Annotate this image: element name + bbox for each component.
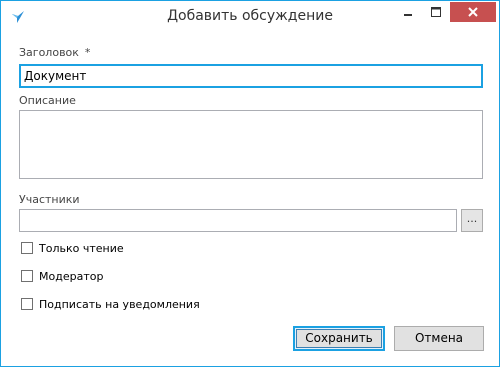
cancel-button[interactable]: Отмена — [394, 326, 484, 351]
maximize-button[interactable] — [424, 2, 448, 22]
moderator-checkbox[interactable] — [21, 270, 33, 282]
subscribe-option[interactable]: Подписать на уведомления — [21, 297, 200, 311]
moderator-option[interactable]: Модератор — [21, 269, 103, 283]
read-only-label: Только чтение — [39, 241, 124, 255]
title-field-label: Заголовок * — [19, 46, 90, 59]
save-button[interactable]: Сохранить — [293, 326, 385, 351]
close-button[interactable] — [450, 2, 496, 22]
title-bar[interactable]: Добавить обсуждение — [1, 1, 499, 33]
maximize-icon — [431, 7, 441, 17]
dialog-window: Добавить обсуждение Заголовок * Документ … — [0, 0, 500, 367]
minimize-icon — [404, 14, 412, 16]
required-marker: * — [84, 46, 91, 59]
description-textarea[interactable] — [19, 110, 483, 179]
minimize-button[interactable] — [396, 2, 420, 22]
title-input[interactable]: Документ — [19, 64, 483, 88]
title-label-text: Заголовок — [19, 46, 79, 59]
participants-label: Участники — [19, 193, 80, 206]
description-label: Описание — [19, 94, 76, 107]
read-only-checkbox[interactable] — [21, 242, 33, 254]
close-icon — [468, 7, 478, 17]
participants-input[interactable] — [19, 209, 457, 232]
subscribe-checkbox[interactable] — [21, 298, 33, 310]
subscribe-label: Подписать на уведомления — [39, 297, 200, 311]
save-button-label: Сохранить — [305, 331, 373, 345]
read-only-option[interactable]: Только чтение — [21, 241, 124, 255]
moderator-label: Модератор — [39, 269, 104, 283]
browse-participants-button[interactable]: ... — [461, 209, 483, 232]
